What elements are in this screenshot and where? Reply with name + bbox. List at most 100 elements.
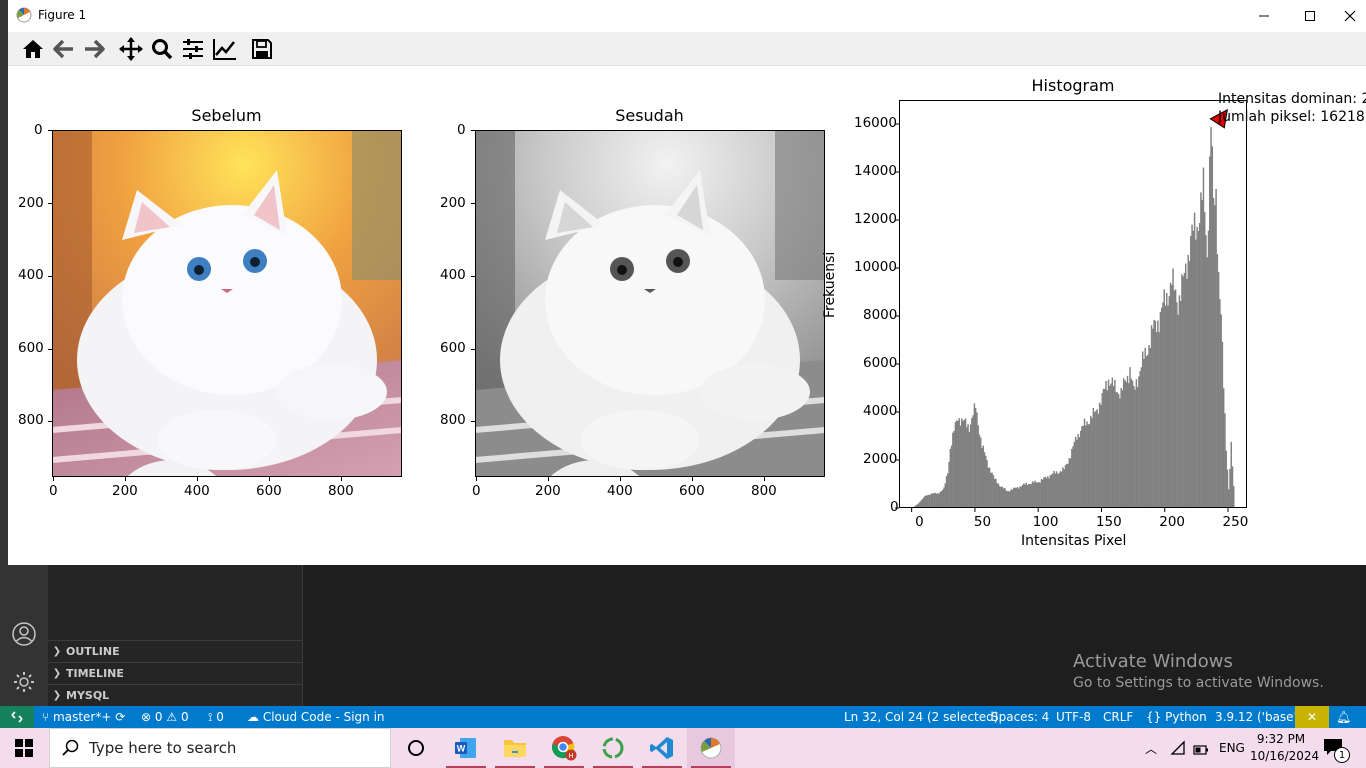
before-ytick: 400 <box>18 267 44 283</box>
start-button[interactable] <box>0 728 48 768</box>
branch-status[interactable]: ⑂ master*+ ⟳ <box>42 706 125 728</box>
histogram-xtick-label: 50 <box>973 514 992 530</box>
histogram-bar <box>1114 379 1116 508</box>
remote-indicator[interactable] <box>0 706 34 728</box>
edit-axes-button[interactable] <box>211 35 239 63</box>
histogram-bar <box>990 472 992 508</box>
cloud-code-label: Cloud Code - Sign in <box>262 710 385 724</box>
histogram-bar <box>1090 415 1092 508</box>
battery-icon[interactable] <box>1193 741 1209 760</box>
eol-status[interactable]: CRLF <box>1103 706 1133 728</box>
pan-move-icon <box>119 37 143 61</box>
before-xtick: 200 <box>112 483 138 499</box>
histogram-bar <box>942 489 944 508</box>
taskbar-sync-app[interactable] <box>589 728 637 768</box>
histogram-bar <box>958 418 960 508</box>
close-button[interactable] <box>1333 0 1366 32</box>
notifications-bell[interactable]: 🔔︎ <box>1336 706 1351 728</box>
histogram-bar <box>1136 387 1139 508</box>
search-placeholder: Type here to search <box>89 739 237 757</box>
histogram-bar <box>1079 430 1082 508</box>
histogram-bar <box>969 424 972 508</box>
histogram-bar <box>1105 380 1107 508</box>
account-icon[interactable] <box>10 620 38 648</box>
panel-timeline[interactable]: ❯ TIMELINE <box>48 662 303 684</box>
bell-icon: 🔔︎ <box>1336 710 1352 724</box>
taskbar-word[interactable]: W <box>442 728 490 768</box>
histogram-bar <box>1219 299 1221 508</box>
panel-outline[interactable]: ❯ OUTLINE <box>48 640 303 662</box>
histogram-bar <box>953 430 955 508</box>
histogram-bar <box>1002 488 1005 508</box>
histogram-bar <box>1074 436 1077 508</box>
histogram-bar <box>1196 226 1198 508</box>
system-clock[interactable]: 9:32 PM 10/16/2024 <box>1250 731 1319 765</box>
network-icon[interactable] <box>1170 740 1186 760</box>
indentation-status[interactable]: Spaces: 4 <box>991 706 1049 728</box>
matplotlib-logo-icon <box>16 7 32 23</box>
histogram-bar <box>1047 476 1049 508</box>
histogram-bar <box>1195 239 1197 508</box>
home-button[interactable] <box>19 35 47 63</box>
show-hidden-icons-chevron[interactable]: ︿ <box>1145 740 1157 757</box>
histogram-bar <box>1200 192 1202 508</box>
histogram-bar <box>1012 487 1015 508</box>
taskbar-matplotlib-figure[interactable] <box>687 728 735 768</box>
histogram-bar <box>1072 446 1074 508</box>
panel-mysql[interactable]: ❯ MYSQL <box>48 684 303 706</box>
histogram-bar <box>1111 377 1114 508</box>
pan-button[interactable] <box>117 35 145 63</box>
histogram-bar <box>961 418 963 508</box>
taskbar-search[interactable]: Type here to search <box>49 728 391 768</box>
encoding-status[interactable]: UTF-8 <box>1056 706 1091 728</box>
maximize-button[interactable] <box>1287 0 1333 32</box>
problems-status[interactable]: ⊗ 0 ⚠ 0 <box>141 706 189 728</box>
configure-subplots-button[interactable] <box>179 35 207 63</box>
action-center-button[interactable]: 1 <box>1323 738 1353 763</box>
histogram-bar <box>1171 284 1173 508</box>
minimize-button[interactable] <box>1241 0 1287 32</box>
taskbar-file-explorer[interactable] <box>491 728 539 768</box>
histogram-bar <box>1009 491 1011 508</box>
live-share-button[interactable]: ✕ <box>1295 706 1329 728</box>
histogram-bar <box>1222 388 1225 508</box>
histogram-xtick-label: 0 <box>915 514 924 530</box>
histogram-chart <box>895 100 1247 512</box>
histogram-bar <box>1207 230 1210 508</box>
taskbar-vscode[interactable] <box>638 728 686 768</box>
histogram-bar <box>1007 491 1010 508</box>
histogram-bar <box>955 420 958 508</box>
histogram-bar <box>1041 479 1044 508</box>
input-language[interactable]: ENG <box>1219 741 1245 755</box>
histogram-bar <box>1043 477 1045 508</box>
window-titlebar: Figure 1 <box>8 0 1366 32</box>
figure-window: Figure 1 Sebelum 0 200 400 600 800 0 200… <box>8 0 1366 565</box>
back-button[interactable] <box>50 35 78 63</box>
save-button[interactable] <box>248 35 276 63</box>
search-icon <box>62 739 79 756</box>
histogram-bar <box>1128 383 1130 508</box>
zoom-button[interactable] <box>148 35 176 63</box>
histogram-bar <box>1143 358 1145 508</box>
cloud-code-status[interactable]: ☁ Cloud Code - Sign in <box>247 706 385 728</box>
broadcast-icon: ✕ <box>1306 710 1318 724</box>
interpreter-status[interactable]: 3.9.12 ('base') <box>1215 706 1302 728</box>
histogram-bar <box>928 494 930 508</box>
forward-button[interactable] <box>80 35 108 63</box>
histogram-bar <box>1221 341 1224 508</box>
notification-count-badge: 1 <box>1334 747 1350 763</box>
cursor-position[interactable]: Ln 32, Col 24 (2 selected) <box>844 706 998 728</box>
forward-arrow-icon <box>85 39 105 59</box>
language-mode[interactable]: {} Python <box>1146 706 1207 728</box>
histogram-bar <box>931 493 934 508</box>
taskbar-chrome[interactable]: H <box>540 728 588 768</box>
gear-icon[interactable] <box>10 668 38 696</box>
histogram-bar <box>968 431 971 508</box>
home-icon <box>23 40 43 58</box>
ports-status[interactable]: ⟟ 0 <box>208 706 224 728</box>
histogram-bar <box>977 425 979 508</box>
task-view-button[interactable] <box>392 728 440 768</box>
dominant-intensity-annotation: Intensitas dominan: 2 Jumlah piksel: 162… <box>1218 90 1366 126</box>
chrome-icon: H <box>552 736 577 761</box>
svg-text:W: W <box>457 744 466 754</box>
